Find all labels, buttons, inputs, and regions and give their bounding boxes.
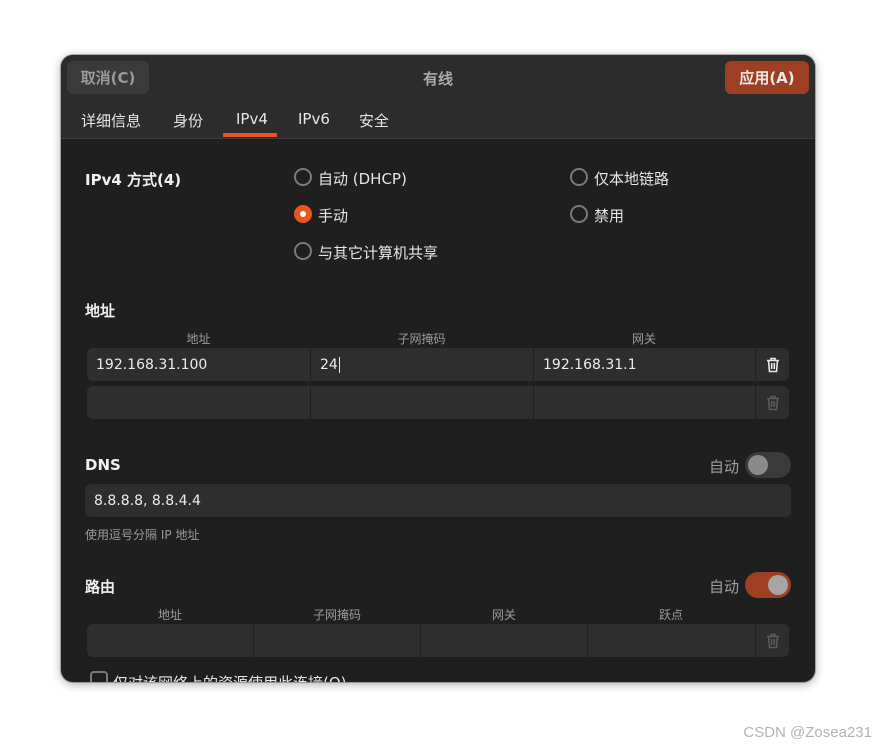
route-col-gateway: 网关 xyxy=(491,608,516,622)
dns-section-title: DNS xyxy=(85,456,121,474)
radio-shared-label[interactable]: 与其它计算机共享 xyxy=(318,242,438,263)
addresses-section-title: 地址 xyxy=(85,302,116,320)
route-col-netmask: 子网掩码 xyxy=(312,608,361,622)
route-col-metric: 跃点 xyxy=(658,608,683,622)
address-field[interactable]: 192.168.31.100 xyxy=(87,348,310,381)
only-resources-checkbox[interactable] xyxy=(90,671,108,682)
active-tab-indicator xyxy=(223,133,277,137)
tab-security[interactable]: 安全 xyxy=(359,110,389,131)
tab-bar: 详细信息 身份 IPv4 IPv6 安全 xyxy=(61,106,815,139)
radio-manual[interactable] xyxy=(294,205,312,223)
route-netmask-field[interactable] xyxy=(254,624,420,657)
dns-auto-label: 自动 xyxy=(709,458,740,476)
address-row: 192.168.31.100 24 192.168.31.1 xyxy=(87,348,789,381)
addr-col-gateway: 网关 xyxy=(631,332,656,346)
addr-col-address: 地址 xyxy=(186,332,211,346)
radio-auto-dhcp-label[interactable]: 自动 (DHCP) xyxy=(318,168,407,189)
dialog-title: 有线 xyxy=(422,70,453,88)
trash-icon xyxy=(756,624,789,657)
dns-hint: 使用逗号分隔 IP 地址 xyxy=(85,528,200,542)
netmask-value: 24 xyxy=(320,356,338,373)
tab-identity[interactable]: 身份 xyxy=(173,110,203,131)
routes-section-title: 路由 xyxy=(85,578,116,596)
gateway-field[interactable] xyxy=(534,386,755,419)
gateway-field[interactable]: 192.168.31.1 xyxy=(534,348,755,381)
radio-auto-dhcp[interactable] xyxy=(294,168,312,186)
radio-disabled[interactable] xyxy=(570,205,588,223)
route-address-field[interactable] xyxy=(87,624,253,657)
dns-auto-toggle[interactable] xyxy=(745,452,791,478)
route-col-address: 地址 xyxy=(157,608,182,622)
radio-link-local-label[interactable]: 仅本地链路 xyxy=(594,168,669,189)
radio-link-local[interactable] xyxy=(570,168,588,186)
route-gateway-field[interactable] xyxy=(421,624,587,657)
dialog-header: 取消(C) 有线 应用(A) 详细信息 身份 IPv4 IPv6 安全 xyxy=(61,55,815,139)
tab-ipv4[interactable]: IPv4 xyxy=(236,110,268,128)
address-row-empty xyxy=(87,386,789,419)
watermark: CSDN @Zosea231 xyxy=(743,724,872,741)
route-row xyxy=(87,624,789,657)
ipv4-method-label: IPv4 方式(4) xyxy=(85,171,182,189)
radio-disabled-label[interactable]: 禁用 xyxy=(594,205,624,226)
radio-manual-label[interactable]: 手动 xyxy=(318,205,348,226)
toggle-knob xyxy=(748,455,768,475)
trash-icon xyxy=(756,386,789,419)
radio-shared[interactable] xyxy=(294,242,312,260)
netmask-field[interactable] xyxy=(311,386,533,419)
tab-ipv6[interactable]: IPv6 xyxy=(298,110,330,128)
apply-button[interactable]: 应用(A) xyxy=(725,61,809,94)
netmask-field[interactable]: 24 xyxy=(311,348,533,381)
addr-col-netmask: 子网掩码 xyxy=(397,332,446,346)
toggle-knob xyxy=(768,575,788,595)
address-field[interactable] xyxy=(87,386,310,419)
text-cursor xyxy=(338,356,340,373)
trash-icon[interactable] xyxy=(756,348,789,381)
route-metric-field[interactable] xyxy=(588,624,755,657)
tab-details[interactable]: 详细信息 xyxy=(81,110,141,131)
dns-servers-input[interactable]: 8.8.8.8, 8.8.4.4 xyxy=(85,484,791,517)
routes-auto-label: 自动 xyxy=(709,578,740,596)
routes-auto-toggle[interactable] xyxy=(745,572,791,598)
network-settings-dialog: 取消(C) 有线 应用(A) 详细信息 身份 IPv4 IPv6 安全 IPv4… xyxy=(61,55,815,682)
only-resources-label[interactable]: 仅对该网络上的资源使用此连接(O) xyxy=(113,672,347,682)
